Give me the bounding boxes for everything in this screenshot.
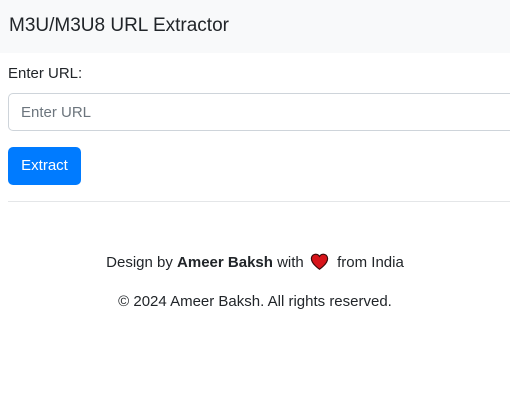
author-name: Ameer Baksh — [177, 254, 273, 271]
copyright-text: © 2024 Ameer Baksh. All rights reserved. — [118, 293, 392, 310]
divider — [8, 201, 510, 202]
heart-icon — [310, 253, 329, 276]
credit-from: from India — [337, 254, 404, 271]
url-input[interactable] — [8, 93, 510, 131]
navbar: M3U/M3U8 URL Extractor — [0, 0, 510, 53]
app-title[interactable]: M3U/M3U8 URL Extractor — [9, 14, 229, 38]
credit-with: with — [277, 254, 304, 271]
extract-button[interactable]: Extract — [8, 147, 81, 185]
footer-credit: Design by Ameer Baksh with from India — [0, 253, 510, 276]
url-label: Enter URL: — [8, 65, 83, 82]
credit-prefix: Design by — [106, 254, 173, 271]
